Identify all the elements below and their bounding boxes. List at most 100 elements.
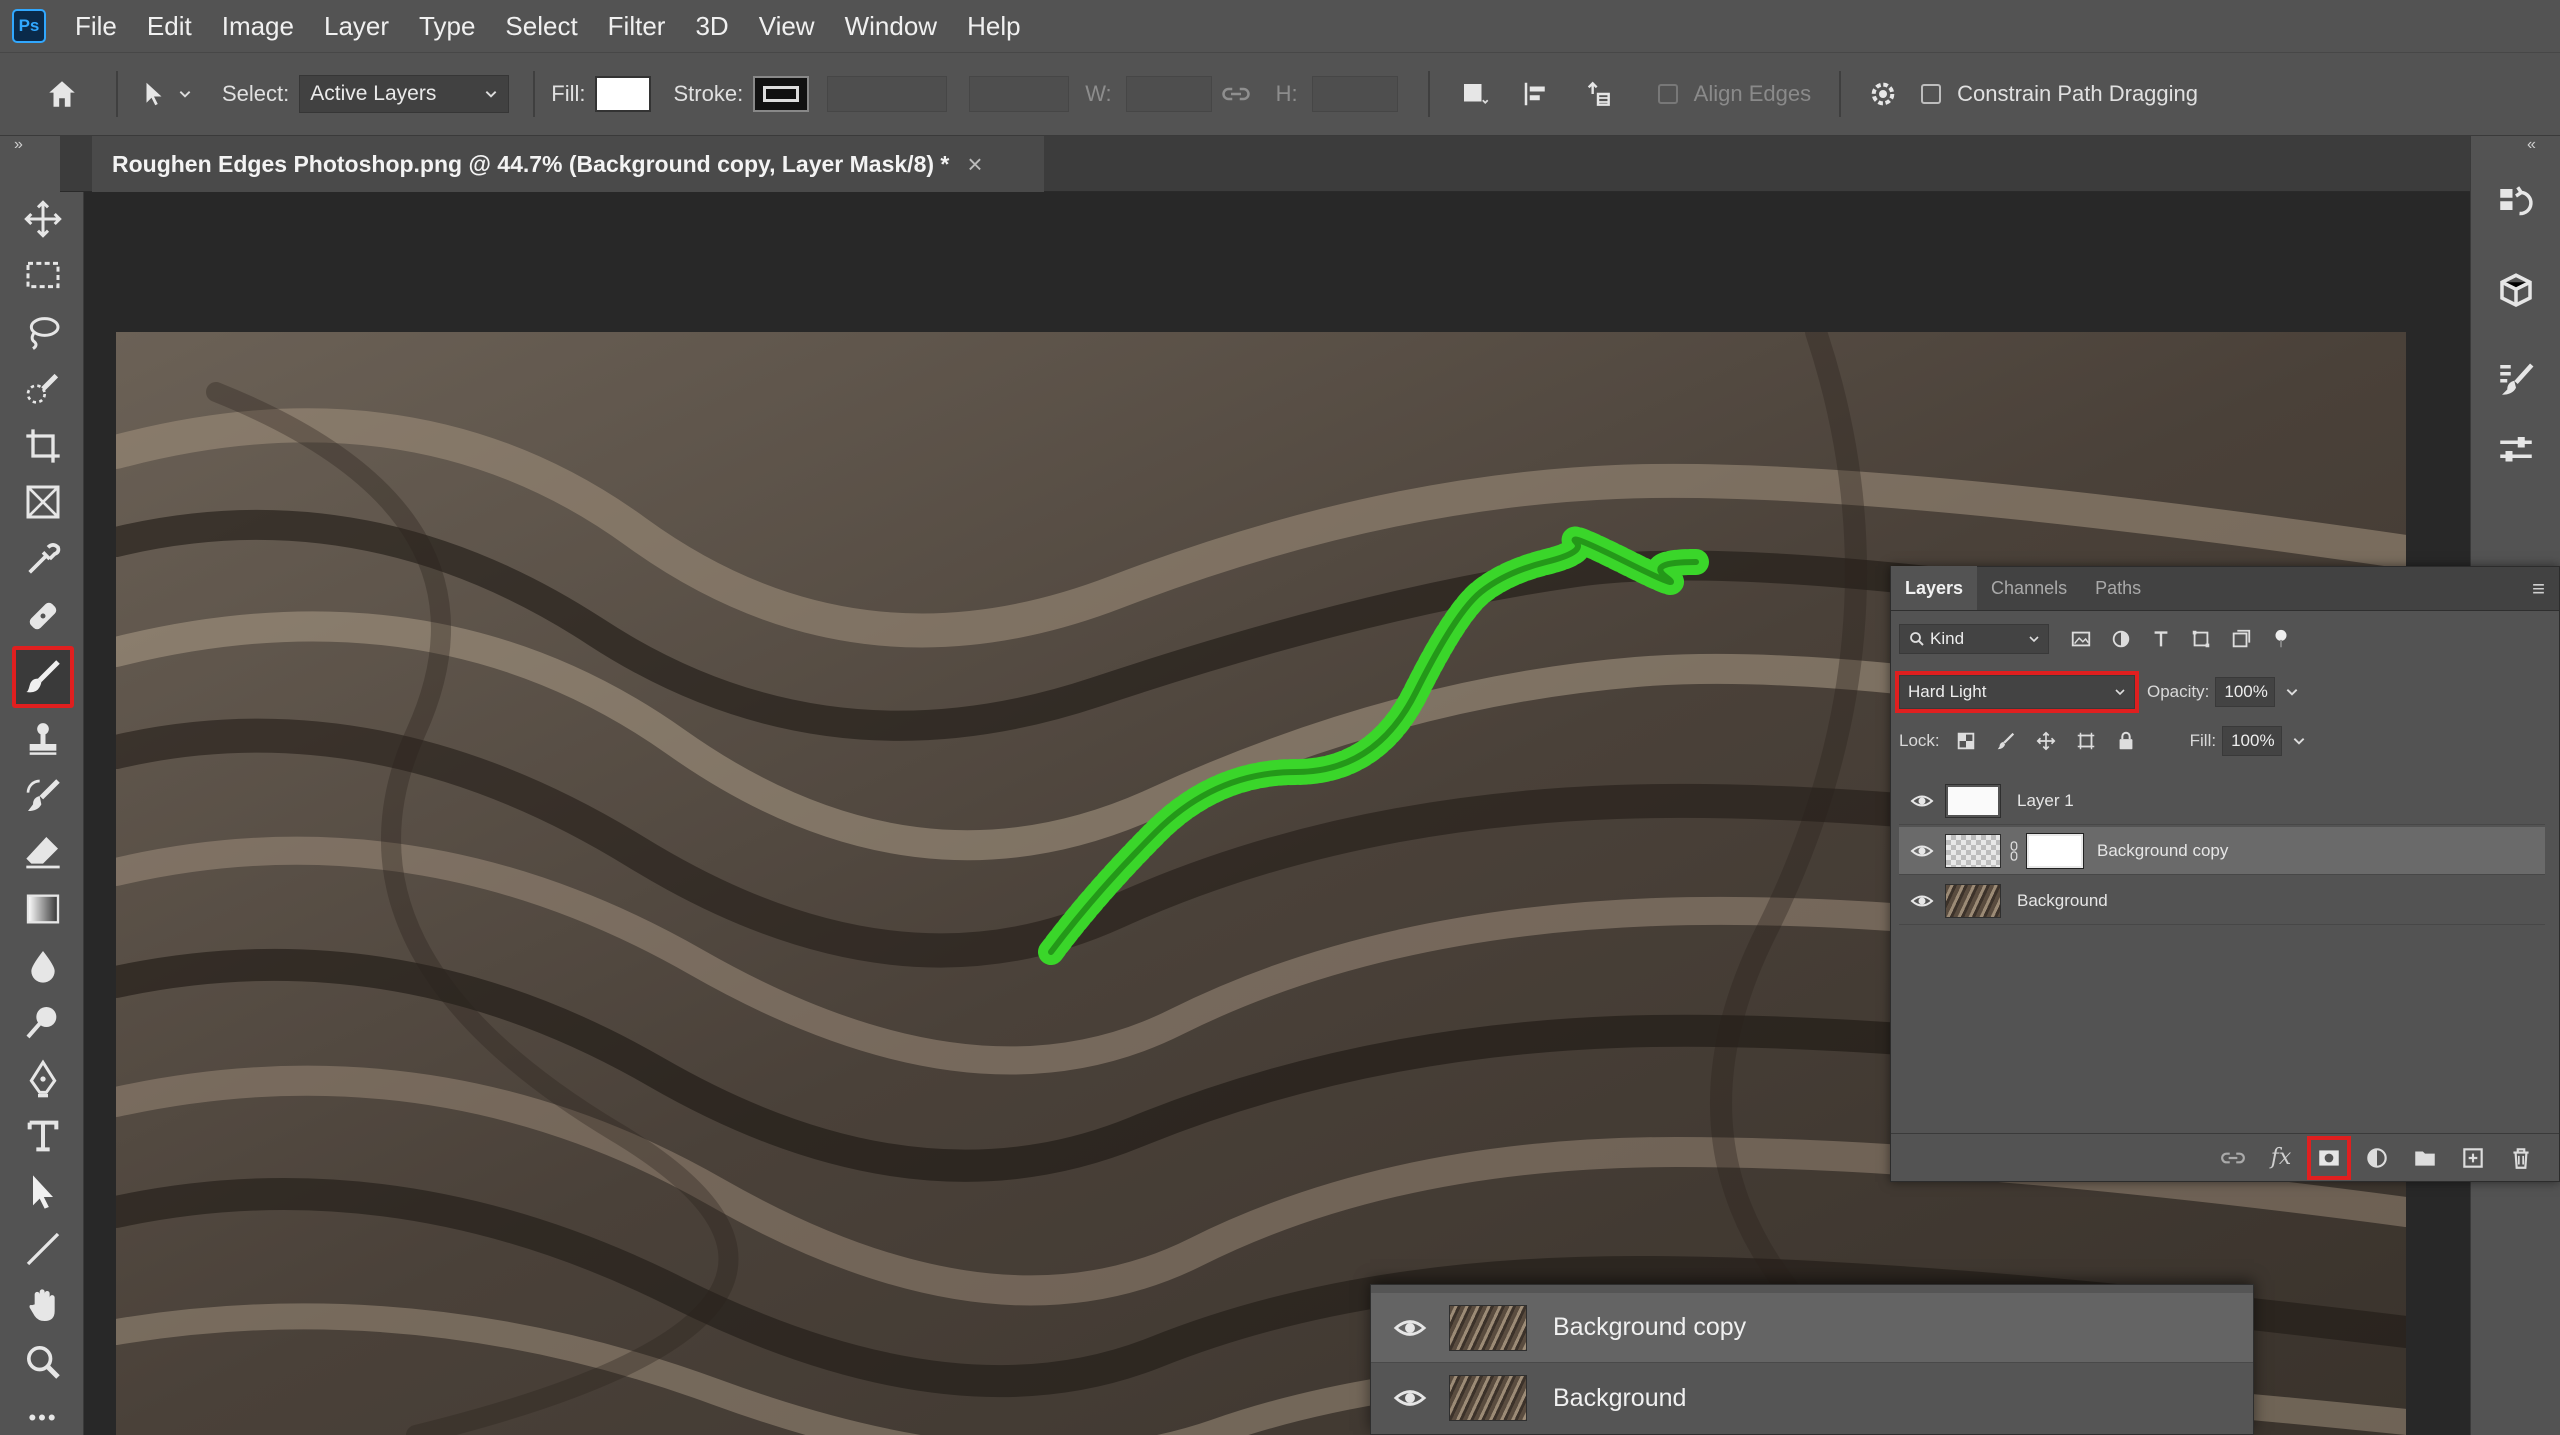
- lock-artboard-icon[interactable]: [2070, 725, 2102, 757]
- filter-smart-object-icon[interactable]: [2225, 623, 2257, 655]
- home-icon[interactable]: [38, 70, 86, 118]
- gear-icon[interactable]: [1859, 70, 1907, 118]
- menu-layer[interactable]: Layer: [309, 0, 404, 52]
- brush-tool-icon[interactable]: [12, 646, 74, 708]
- dodge-tool-icon[interactable]: [12, 996, 74, 1048]
- document-tab[interactable]: Roughen Edges Photoshop.png @ 44.7% (Bac…: [92, 136, 1044, 192]
- filter-type-icon[interactable]: [2145, 623, 2177, 655]
- brush-settings-icon[interactable]: [2491, 354, 2541, 404]
- stroke-color-swatch[interactable]: [753, 76, 810, 112]
- blend-mode-row: Hard Light Opacity: 100%: [1895, 671, 2299, 713]
- adjustment-layer-icon[interactable]: [2357, 1138, 2397, 1178]
- lock-transparent-pixels-icon[interactable]: [1950, 725, 1982, 757]
- visibility-eye-icon[interactable]: [1899, 839, 1945, 863]
- tab-layers[interactable]: Layers: [1891, 566, 1978, 610]
- zoom-tool-icon[interactable]: [12, 1336, 74, 1388]
- blur-tool-icon[interactable]: [12, 940, 74, 992]
- layer-row[interactable]: Background: [1899, 877, 2545, 925]
- add-layer-mask-icon[interactable]: [2307, 1135, 2351, 1180]
- layer-style-fx-icon[interactable]: fx: [2261, 1138, 2301, 1178]
- frame-tool-icon[interactable]: [12, 476, 74, 528]
- hand-tool-icon[interactable]: [12, 1280, 74, 1332]
- opacity-field[interactable]: 100%: [2215, 677, 2276, 707]
- fill-color-swatch[interactable]: [595, 76, 652, 112]
- visibility-eye-icon[interactable]: [1899, 889, 1945, 913]
- filter-toggle-icon[interactable]: [2265, 623, 2297, 655]
- close-document-icon[interactable]: ×: [967, 149, 982, 180]
- menu-window[interactable]: Window: [830, 0, 952, 52]
- menu-3d[interactable]: 3D: [680, 0, 743, 52]
- path-alignment-icon[interactable]: [1512, 70, 1560, 118]
- opacity-chevron-down-icon[interactable]: [2285, 685, 2299, 699]
- blend-mode-dropdown[interactable]: Hard Light: [1895, 671, 2139, 713]
- lock-image-pixels-icon[interactable]: [1990, 725, 2022, 757]
- line-tool-icon[interactable]: [12, 1223, 74, 1275]
- visibility-eye-icon: [1371, 1311, 1449, 1345]
- eyedropper-tool-icon[interactable]: [12, 533, 74, 585]
- layers-panel-tabs: Layers Channels Paths ≡: [1891, 566, 2559, 611]
- menu-select[interactable]: Select: [490, 0, 592, 52]
- clone-stamp-tool-icon[interactable]: [12, 713, 74, 765]
- filter-pixel-icon[interactable]: [2065, 623, 2097, 655]
- tab-channels[interactable]: Channels: [1977, 566, 2081, 610]
- tab-paths[interactable]: Paths: [2081, 566, 2155, 610]
- fill-field[interactable]: 100%: [2222, 726, 2283, 756]
- adjustments-panel-icon[interactable]: [2491, 426, 2541, 476]
- link-layers-icon[interactable]: [2213, 1138, 2253, 1178]
- layer-row[interactable]: Background copy: [1899, 827, 2545, 875]
- menu-edit[interactable]: Edit: [132, 0, 207, 52]
- layer-thumbnail: [1449, 1304, 1527, 1351]
- menu-view[interactable]: View: [744, 0, 830, 52]
- fill-value: 100%: [2231, 731, 2275, 750]
- select-dropdown-value: Active Layers: [310, 82, 437, 105]
- delete-layer-trash-icon[interactable]: [2501, 1138, 2541, 1178]
- healing-brush-tool-icon[interactable]: [12, 590, 74, 642]
- panel-menu-icon[interactable]: ≡: [2518, 576, 2559, 602]
- layer-name[interactable]: Background: [2017, 891, 2108, 911]
- menu-filter[interactable]: Filter: [593, 0, 681, 52]
- menu-help[interactable]: Help: [952, 0, 1035, 52]
- new-layer-icon[interactable]: [2453, 1138, 2493, 1178]
- pen-tool-icon[interactable]: [12, 1053, 74, 1105]
- fill-chevron-down-icon[interactable]: [2292, 734, 2306, 748]
- menu-type[interactable]: Type: [404, 0, 490, 52]
- eraser-tool-icon[interactable]: [12, 826, 74, 878]
- path-selection-tool-icon[interactable]: [12, 1166, 74, 1218]
- more-tools-icon[interactable]: •••: [12, 1392, 74, 1435]
- layer-name[interactable]: Background copy: [2097, 841, 2228, 861]
- gradient-tool-icon[interactable]: [12, 883, 74, 935]
- quick-selection-tool-icon[interactable]: [12, 363, 74, 415]
- visibility-eye-icon[interactable]: [1899, 789, 1945, 813]
- type-tool-icon[interactable]: [12, 1110, 74, 1162]
- menu-image[interactable]: Image: [207, 0, 309, 52]
- history-panel-icon[interactable]: [2491, 178, 2541, 228]
- filter-adjustment-icon[interactable]: [2105, 623, 2137, 655]
- search-icon: [1910, 632, 1924, 646]
- kind-filter-dropdown[interactable]: Kind: [1899, 624, 2049, 654]
- layer-mask-thumbnail[interactable]: [2026, 832, 2084, 869]
- layer-thumbnail: [1945, 833, 2001, 868]
- path-selection-tool-icon[interactable]: [130, 70, 178, 118]
- move-tool-icon[interactable]: [12, 193, 74, 245]
- layer-row[interactable]: Layer 1: [1899, 777, 2545, 825]
- constrain-path-dragging-checkbox[interactable]: [1921, 84, 1942, 104]
- lasso-tool-icon[interactable]: [12, 306, 74, 358]
- mask-link-icon[interactable]: [2007, 840, 2021, 862]
- path-operations-icon[interactable]: [1450, 70, 1498, 118]
- layer-name[interactable]: Layer 1: [2017, 791, 2074, 811]
- path-arrangement-icon[interactable]: [1574, 70, 1622, 118]
- filter-shape-icon[interactable]: [2185, 623, 2217, 655]
- crop-tool-icon[interactable]: [12, 420, 74, 472]
- lock-all-icon[interactable]: [2110, 725, 2142, 757]
- tool-preset-chevron-down-icon[interactable]: [178, 81, 192, 107]
- collapse-toolbar-icon[interactable]: »: [14, 136, 23, 154]
- 3d-panel-icon[interactable]: [2491, 266, 2541, 316]
- rectangular-marquee-tool-icon[interactable]: [12, 249, 74, 301]
- select-dropdown[interactable]: Active Layers: [299, 75, 510, 113]
- collapse-dock-icon[interactable]: «: [2527, 136, 2536, 154]
- menu-file[interactable]: File: [60, 0, 132, 52]
- new-group-folder-icon[interactable]: [2405, 1138, 2445, 1178]
- zoom-layer-name: Background: [1553, 1383, 1687, 1412]
- lock-position-icon[interactable]: [2030, 725, 2062, 757]
- history-brush-tool-icon[interactable]: [12, 770, 74, 822]
